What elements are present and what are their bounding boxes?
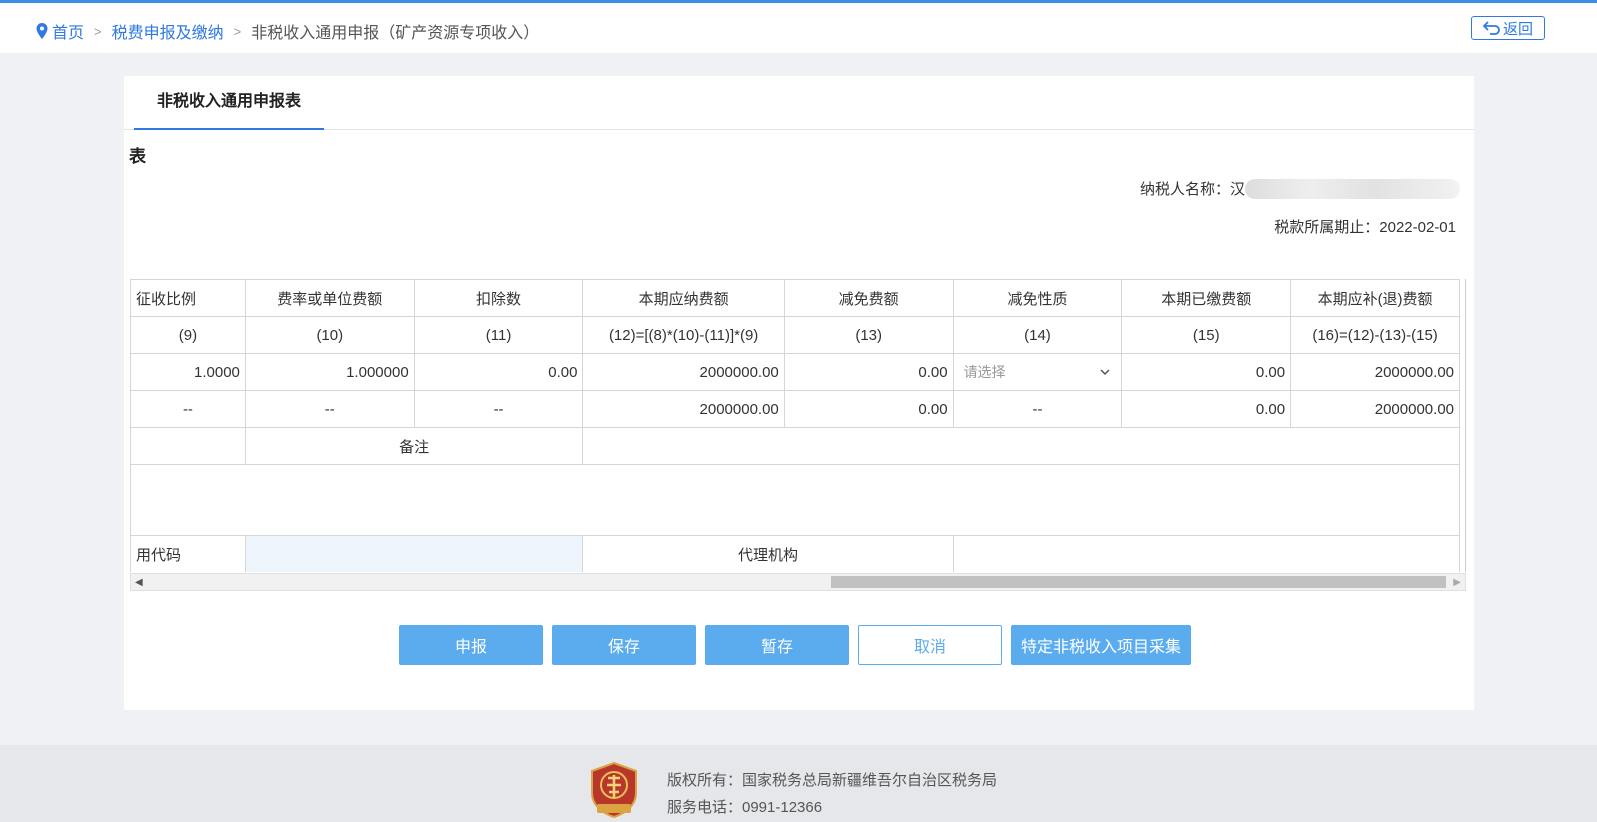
reduction-nature-cell: -- bbox=[952, 390, 1123, 428]
save-button[interactable]: 保存 bbox=[552, 625, 696, 665]
collect-items-button[interactable]: 特定非税收入项目采集 bbox=[1011, 625, 1191, 665]
agency-row: 用代码 代理机构 bbox=[130, 535, 1461, 572]
code-cell: (12)=[(8)*(10)-(11)]*(9) bbox=[582, 316, 785, 354]
code-cell: (11) bbox=[413, 316, 584, 354]
blank-cell bbox=[130, 464, 1460, 536]
cancel-button[interactable]: 取消 bbox=[858, 625, 1002, 665]
table-row: 1.0000 1.000000 0.00 2000000.00 0.00 请选择… bbox=[130, 353, 1460, 391]
taxpayer-name-redacted bbox=[1245, 178, 1460, 199]
location-pin-icon bbox=[36, 23, 48, 39]
back-button-label: 返回 bbox=[1502, 20, 1533, 38]
taxpayer-name-prefix: 汉 bbox=[1229, 181, 1245, 198]
refund-amount-cell: 2000000.00 bbox=[1290, 390, 1460, 428]
code-cell: (15) bbox=[1121, 316, 1292, 354]
declaration-table-container[interactable]: 征收比例 费率或单位费额 扣除数 本期应纳费额 减免费额 减免性质 本期已缴费额… bbox=[130, 279, 1466, 572]
collection-ratio-cell: -- bbox=[130, 390, 246, 428]
paid-amount-cell: 0.00 bbox=[1121, 390, 1292, 428]
form-card: 非税收入通用申报表 表 纳税人名称： 汉 税款所属期止：2022-02-01 征… bbox=[124, 76, 1474, 710]
tax-period: 税款所属期止：2022-02-01 bbox=[1274, 216, 1456, 237]
party-government-emblem-icon bbox=[591, 761, 637, 819]
reduction-nature-select[interactable]: 请选择 bbox=[952, 353, 1123, 391]
table-header-row: 征收比例 费率或单位费额 扣除数 本期应纳费额 减免费额 减免性质 本期已缴费额… bbox=[130, 279, 1460, 317]
header-cell: 本期已缴费额 bbox=[1121, 279, 1292, 317]
form-title: 表 bbox=[129, 147, 146, 166]
code-cell: (14) bbox=[952, 316, 1123, 354]
header-cell: 本期应纳费额 bbox=[582, 279, 785, 317]
code-cell: (9) bbox=[130, 316, 246, 354]
footer: 版权所有：国家税务总局新疆维吾尔自治区税务局 服务电话：0991-12366 bbox=[0, 745, 1597, 822]
code-cell: (13) bbox=[783, 316, 954, 354]
service-phone-text: 服务电话：0991-12366 bbox=[667, 799, 823, 816]
header: 首页 > 税费申报及缴纳 > 非税收入通用申报（矿产资源专项收入） 返回 bbox=[0, 3, 1597, 53]
header-cell: 本期应补(退)费额 bbox=[1290, 279, 1460, 317]
fee-rate-cell[interactable]: 1.000000 bbox=[244, 353, 415, 391]
return-arrow-icon bbox=[1482, 21, 1500, 35]
header-cell: 费率或单位费额 bbox=[244, 279, 415, 317]
scroll-right-icon[interactable]: ▶ bbox=[1453, 577, 1461, 588]
code-cell: (10) bbox=[244, 316, 415, 354]
breadcrumb-separator: > bbox=[233, 23, 242, 39]
credit-code-label: 用代码 bbox=[130, 535, 246, 572]
breadcrumb-home-link[interactable]: 首页 bbox=[52, 19, 84, 43]
blank-row bbox=[130, 464, 1460, 536]
reduction-nature-placeholder: 请选择 bbox=[963, 364, 1006, 380]
code-cell: (16)=(12)-(13)-(15) bbox=[1290, 316, 1460, 354]
reduction-amount-cell: 0.00 bbox=[783, 390, 954, 428]
credit-code-input[interactable] bbox=[244, 535, 584, 572]
remark-spacer-cell bbox=[130, 427, 246, 465]
breadcrumb: 首页 > 税费申报及缴纳 > 非税收入通用申报（矿产资源专项收入） bbox=[34, 19, 539, 43]
paid-amount-cell: 0.00 bbox=[1121, 353, 1292, 391]
breadcrumb-current: 非税收入通用申报（矿产资源专项收入） bbox=[251, 25, 540, 42]
tab-nontax-declaration[interactable]: 非税收入通用申报表 bbox=[134, 76, 324, 130]
agency-label: 代理机构 bbox=[582, 535, 954, 572]
remark-row: 备注 bbox=[130, 427, 1460, 465]
remark-label: 备注 bbox=[244, 427, 584, 465]
copyright-text: 版权所有：国家税务总局新疆维吾尔自治区税务局 bbox=[667, 772, 998, 789]
payable-amount-cell: 2000000.00 bbox=[582, 353, 785, 391]
refund-amount-cell: 2000000.00 bbox=[1290, 353, 1460, 391]
table-row: -- -- -- 2000000.00 0.00 -- 0.00 2000000… bbox=[130, 390, 1460, 428]
back-button[interactable]: 返回 bbox=[1471, 16, 1545, 40]
deduction-cell: -- bbox=[413, 390, 584, 428]
deduction-cell[interactable]: 0.00 bbox=[413, 353, 584, 391]
horizontal-scrollbar[interactable]: ◀ ▶ bbox=[130, 573, 1466, 591]
action-buttons: 申报 保存 暂存 取消 特定非税收入项目采集 bbox=[399, 625, 1200, 665]
breadcrumb-tax-filing-link[interactable]: 税费申报及缴纳 bbox=[112, 19, 224, 43]
header-cell: 减免费额 bbox=[783, 279, 954, 317]
header-cell: 减免性质 bbox=[952, 279, 1123, 317]
reduction-amount-cell[interactable]: 0.00 bbox=[783, 353, 954, 391]
table-code-row: (9) (10) (11) (12)=[(8)*(10)-(11)]*(9) (… bbox=[130, 316, 1460, 354]
chevron-down-icon bbox=[1100, 369, 1110, 376]
header-cell: 扣除数 bbox=[413, 279, 584, 317]
tax-period-value: 2022-02-01 bbox=[1379, 219, 1456, 236]
tax-period-label: 税款所属期止： bbox=[1274, 219, 1380, 236]
taxpayer-name: 纳税人名称： 汉 bbox=[1140, 178, 1460, 199]
fee-rate-cell: -- bbox=[244, 390, 415, 428]
payable-amount-cell: 2000000.00 bbox=[582, 390, 785, 428]
header-cell: 征收比例 bbox=[130, 279, 246, 317]
declaration-table: 征收比例 费率或单位费额 扣除数 本期应纳费额 减免费额 减免性质 本期已缴费额… bbox=[130, 279, 1461, 572]
collection-ratio-cell[interactable]: 1.0000 bbox=[130, 353, 246, 391]
remark-input[interactable] bbox=[582, 427, 1460, 465]
breadcrumb-separator: > bbox=[94, 23, 102, 39]
scrollbar-thumb[interactable] bbox=[831, 576, 1446, 588]
taxpayer-name-label: 纳税人名称： bbox=[1139, 181, 1230, 198]
tab-bar: 非税收入通用申报表 bbox=[124, 76, 1474, 130]
temp-save-button[interactable]: 暂存 bbox=[705, 625, 849, 665]
scroll-left-icon[interactable]: ◀ bbox=[135, 577, 143, 588]
agency-input[interactable] bbox=[952, 535, 1461, 572]
submit-button[interactable]: 申报 bbox=[399, 625, 543, 665]
